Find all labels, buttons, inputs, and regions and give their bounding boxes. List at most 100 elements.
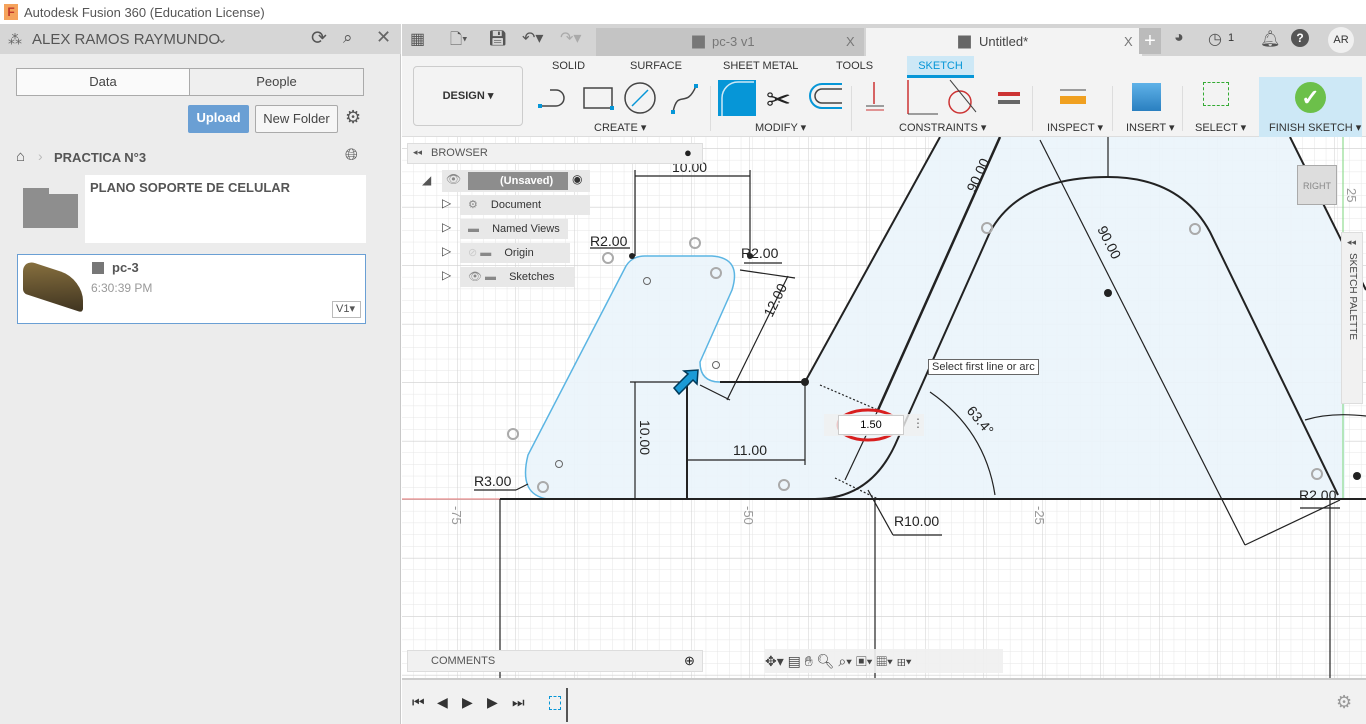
close-icon[interactable]: X bbox=[846, 28, 855, 56]
inspect-menu[interactable]: INSPECT ▾ bbox=[1047, 121, 1103, 134]
measure-icon[interactable] bbox=[1058, 86, 1088, 108]
zoom-icon[interactable]: 🔍︎ bbox=[817, 653, 835, 669]
browser-item-origin[interactable]: ⊘ ▬ Origin bbox=[460, 243, 570, 263]
job-status-icon[interactable]: ◷ bbox=[1208, 29, 1222, 49]
expand-triangle-icon[interactable]: ▷ bbox=[442, 268, 451, 282]
comments-panel[interactable]: COMMENTS ⊕ bbox=[407, 650, 703, 672]
tab-pc-3-v1[interactable]: ⬛︎ pc-3 v1 X bbox=[596, 28, 864, 56]
eye-icon[interactable]: 👁︎ bbox=[446, 172, 461, 186]
modify-menu[interactable]: MODIFY ▾ bbox=[755, 121, 806, 134]
close-icon[interactable]: X bbox=[1124, 28, 1133, 56]
dim-radius-right[interactable]: R2.00 bbox=[1299, 487, 1337, 503]
tab-surface[interactable]: SURFACE bbox=[630, 60, 682, 72]
viewports-icon[interactable]: ⊞▾ bbox=[897, 653, 912, 669]
grid-menu-icon[interactable]: ▦ bbox=[410, 29, 425, 49]
pan-icon[interactable]: ✋︎ bbox=[805, 653, 813, 669]
help-icon[interactable]: ? bbox=[1291, 29, 1309, 47]
sketch-canvas[interactable]: 10.00 R2.00 R2.00 12.00 10.00 11.00 R3.0… bbox=[402, 137, 1366, 678]
dim-inner-width[interactable]: 11.00 bbox=[733, 442, 767, 458]
close-icon[interactable]: ✕ bbox=[376, 27, 391, 48]
select-menu[interactable]: SELECT ▾ bbox=[1195, 121, 1246, 134]
more-options-icon[interactable]: ⋮ bbox=[912, 416, 924, 430]
tab-people[interactable]: People bbox=[189, 68, 364, 96]
timeline-settings-icon[interactable]: ⚙ bbox=[1336, 692, 1352, 713]
svg-text:✂: ✂ bbox=[766, 84, 791, 117]
notifications-icon[interactable]: 🔔︎ bbox=[1260, 29, 1280, 49]
list-item-folder[interactable]: PLANO SOPORTE DE CELULAR bbox=[17, 175, 366, 243]
step-forward-icon[interactable]: ▶︎ bbox=[487, 694, 498, 711]
select-window-icon[interactable] bbox=[1203, 82, 1229, 106]
collapse-triangle-icon[interactable]: ◢ bbox=[422, 173, 431, 187]
minus-icon[interactable]: ● bbox=[684, 145, 692, 160]
view-cube[interactable]: RIGHT bbox=[1297, 165, 1337, 205]
browser-item-sketches[interactable]: 👁︎ ▬ Sketches bbox=[460, 267, 574, 287]
look-at-icon[interactable]: ▤ bbox=[788, 653, 801, 669]
chevron-down-icon[interactable]: ⌄ bbox=[216, 30, 228, 47]
tab-untitled[interactable]: ⬛︎ Untitled* X bbox=[866, 28, 1142, 56]
browser-item-document-settings[interactable]: ⚙ Document Settings bbox=[460, 195, 590, 231]
dim-radius-arc[interactable]: R10.00 bbox=[894, 513, 939, 529]
search-icon[interactable]: ⌕ bbox=[343, 28, 353, 48]
dim-radius-top-right[interactable]: R2.00 bbox=[741, 245, 779, 261]
tab-sketch[interactable]: SKETCH bbox=[907, 56, 974, 78]
timeline-marker[interactable] bbox=[566, 688, 568, 722]
create-menu[interactable]: CREATE ▾ bbox=[594, 121, 646, 134]
expand-triangle-icon[interactable]: ▷ bbox=[442, 220, 451, 234]
rectangle-tool-icon bbox=[583, 87, 614, 110]
tab-data[interactable]: Data bbox=[16, 68, 190, 96]
constraint-tools[interactable] bbox=[864, 78, 1024, 118]
sketch-palette-tab[interactable]: ◂◂ SKETCH PALETTE bbox=[1341, 232, 1363, 404]
workspace-switcher[interactable]: DESIGN ▾ bbox=[413, 66, 523, 126]
gear-icon[interactable]: ⚙ bbox=[345, 107, 361, 128]
play-icon[interactable]: ▶︎ bbox=[462, 694, 473, 711]
browser-item-named-views[interactable]: ▬ Named Views bbox=[460, 219, 568, 239]
user-name[interactable]: ALEX RAMOS RAYMUNDO bbox=[32, 31, 220, 48]
file-icon[interactable]: 🗋︎▾ bbox=[450, 29, 468, 54]
browser-panel-header[interactable]: ◂◂ BROWSER ● bbox=[407, 143, 703, 164]
go-to-end-icon[interactable]: ⏭︎ bbox=[512, 694, 525, 711]
activate-radio-icon[interactable]: ◉ bbox=[572, 172, 582, 186]
fit-icon[interactable]: ⌕▾ bbox=[838, 653, 852, 669]
list-item-design[interactable]: pc-3 6:30:39 PM V1▾ bbox=[17, 254, 366, 324]
axis-label: -25 bbox=[1032, 506, 1047, 525]
sketch-feature-icon[interactable] bbox=[549, 696, 561, 710]
finish-sketch-button[interactable]: ✓ FINISH SKETCH ▾ bbox=[1259, 77, 1362, 137]
step-back-icon[interactable]: ◀︎ bbox=[437, 694, 448, 711]
save-icon[interactable]: 💾︎ bbox=[488, 29, 507, 47]
new-folder-button[interactable]: New Folder bbox=[255, 105, 338, 133]
refresh-icon[interactable]: ⟳ bbox=[311, 27, 327, 50]
collapse-icon[interactable]: ◂◂ bbox=[413, 147, 422, 158]
display-settings-icon[interactable]: ▣▾ bbox=[856, 653, 873, 669]
globe-icon[interactable]: 🌐︎ bbox=[345, 147, 358, 165]
expand-triangle-icon[interactable]: ▷ bbox=[442, 196, 451, 210]
folder-icon: ▬ bbox=[485, 271, 500, 283]
modify-tools[interactable]: ✂ bbox=[718, 78, 848, 118]
new-tab-button[interactable]: + bbox=[1139, 28, 1161, 54]
redo-icon[interactable]: ↷▾ bbox=[560, 28, 581, 48]
orbit-icon[interactable]: ✥▾ bbox=[765, 653, 784, 669]
insert-image-icon[interactable] bbox=[1132, 83, 1161, 111]
constraints-menu[interactable]: CONSTRAINTS ▾ bbox=[899, 121, 986, 134]
home-icon[interactable]: ⌂ bbox=[16, 148, 25, 165]
create-tools[interactable] bbox=[536, 80, 706, 116]
grid-settings-icon[interactable]: ▦▾ bbox=[876, 653, 893, 669]
tab-tools[interactable]: TOOLS bbox=[836, 60, 873, 72]
dim-radius-left[interactable]: R3.00 bbox=[474, 473, 512, 489]
tab-sheet-metal[interactable]: SHEET METAL bbox=[723, 60, 798, 72]
extensions-icon[interactable]: ◕ bbox=[1174, 29, 1184, 47]
avatar[interactable]: AR bbox=[1328, 27, 1354, 53]
add-comment-icon[interactable]: ⊕ bbox=[684, 653, 695, 669]
expand-triangle-icon[interactable]: ▷ bbox=[442, 244, 451, 258]
fillet-value-input[interactable] bbox=[838, 415, 904, 435]
upload-button[interactable]: Upload bbox=[188, 105, 249, 133]
breadcrumb[interactable]: PRACTICA N°3 bbox=[54, 150, 146, 165]
browser-root[interactable]: 👁︎ (Unsaved) ◉ bbox=[442, 170, 590, 192]
version-dropdown[interactable]: V1▾ bbox=[332, 301, 361, 318]
dim-left-height[interactable]: 10.00 bbox=[637, 420, 653, 455]
dim-radius-top-left[interactable]: R2.00 bbox=[590, 233, 628, 249]
insert-menu[interactable]: INSERT ▾ bbox=[1126, 121, 1175, 134]
go-to-start-icon[interactable]: ⏮︎ bbox=[412, 694, 425, 711]
collapse-icon[interactable]: ◂◂ bbox=[1347, 237, 1356, 248]
tab-solid[interactable]: SOLID bbox=[552, 60, 585, 72]
undo-icon[interactable]: ↶▾ bbox=[522, 28, 543, 48]
